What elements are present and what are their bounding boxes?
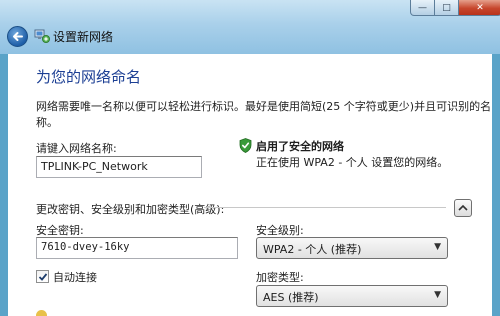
close-button[interactable]: ✕	[459, 0, 500, 16]
window-controls: — □ ✕	[410, 0, 500, 16]
dropdown-arrow-icon: ▼	[434, 242, 441, 252]
maximize-button[interactable]: □	[435, 0, 459, 16]
auto-connect-label: 自动连接	[53, 271, 97, 284]
wizard-content: 为您的网络命名 网络需要唯一名称以便可以轻松进行标识。最好是使用简短(25 个字…	[8, 54, 492, 316]
collapse-advanced-button[interactable]	[454, 199, 472, 217]
window-title: 设置新网络	[53, 30, 114, 44]
security-key-label: 安全密钥:	[36, 224, 84, 237]
security-status-description: 正在使用 WPA2 - 个人 设置您的网络。	[256, 156, 449, 169]
back-button[interactable]	[7, 26, 28, 47]
checkmark-icon	[38, 273, 48, 281]
security-level-value: WPA2 - 个人 (推荐)	[263, 243, 362, 256]
network-icon	[34, 29, 50, 43]
page-heading: 为您的网络命名	[36, 68, 142, 86]
page-description: 网络需要唯一名称以便可以轻松进行标识。最好是使用简短(25 个字符或更少)并且可…	[36, 100, 492, 129]
network-name-input[interactable]: TPLINK-PC_Network	[36, 156, 202, 178]
security-status-title: 启用了安全的网络	[256, 140, 344, 153]
auto-connect-checkbox[interactable]	[36, 270, 49, 283]
section-divider	[204, 207, 446, 208]
chevron-up-icon	[458, 204, 468, 211]
security-level-label: 安全级别:	[256, 224, 304, 237]
encryption-type-select[interactable]: AES (推荐) ▼	[256, 285, 448, 307]
security-key-input[interactable]: 7610-dvey-16ky	[36, 237, 238, 259]
encryption-type-label: 加密类型:	[256, 271, 304, 284]
title-bar: 设置新网络 — □ ✕	[0, 0, 500, 54]
dropdown-arrow-icon: ▼	[434, 290, 441, 300]
back-arrow-icon	[13, 32, 23, 41]
advanced-settings-label: 更改密钥、安全级别和加密类型(高级):	[36, 203, 225, 216]
minimize-button[interactable]: —	[410, 0, 435, 16]
network-name-label: 请键入网络名称:	[36, 142, 117, 155]
green-shield-check-icon	[239, 138, 252, 153]
security-level-select[interactable]: WPA2 - 个人 (推荐) ▼	[256, 237, 448, 259]
info-icon	[36, 310, 47, 316]
encryption-type-value: AES (推荐)	[263, 291, 319, 304]
